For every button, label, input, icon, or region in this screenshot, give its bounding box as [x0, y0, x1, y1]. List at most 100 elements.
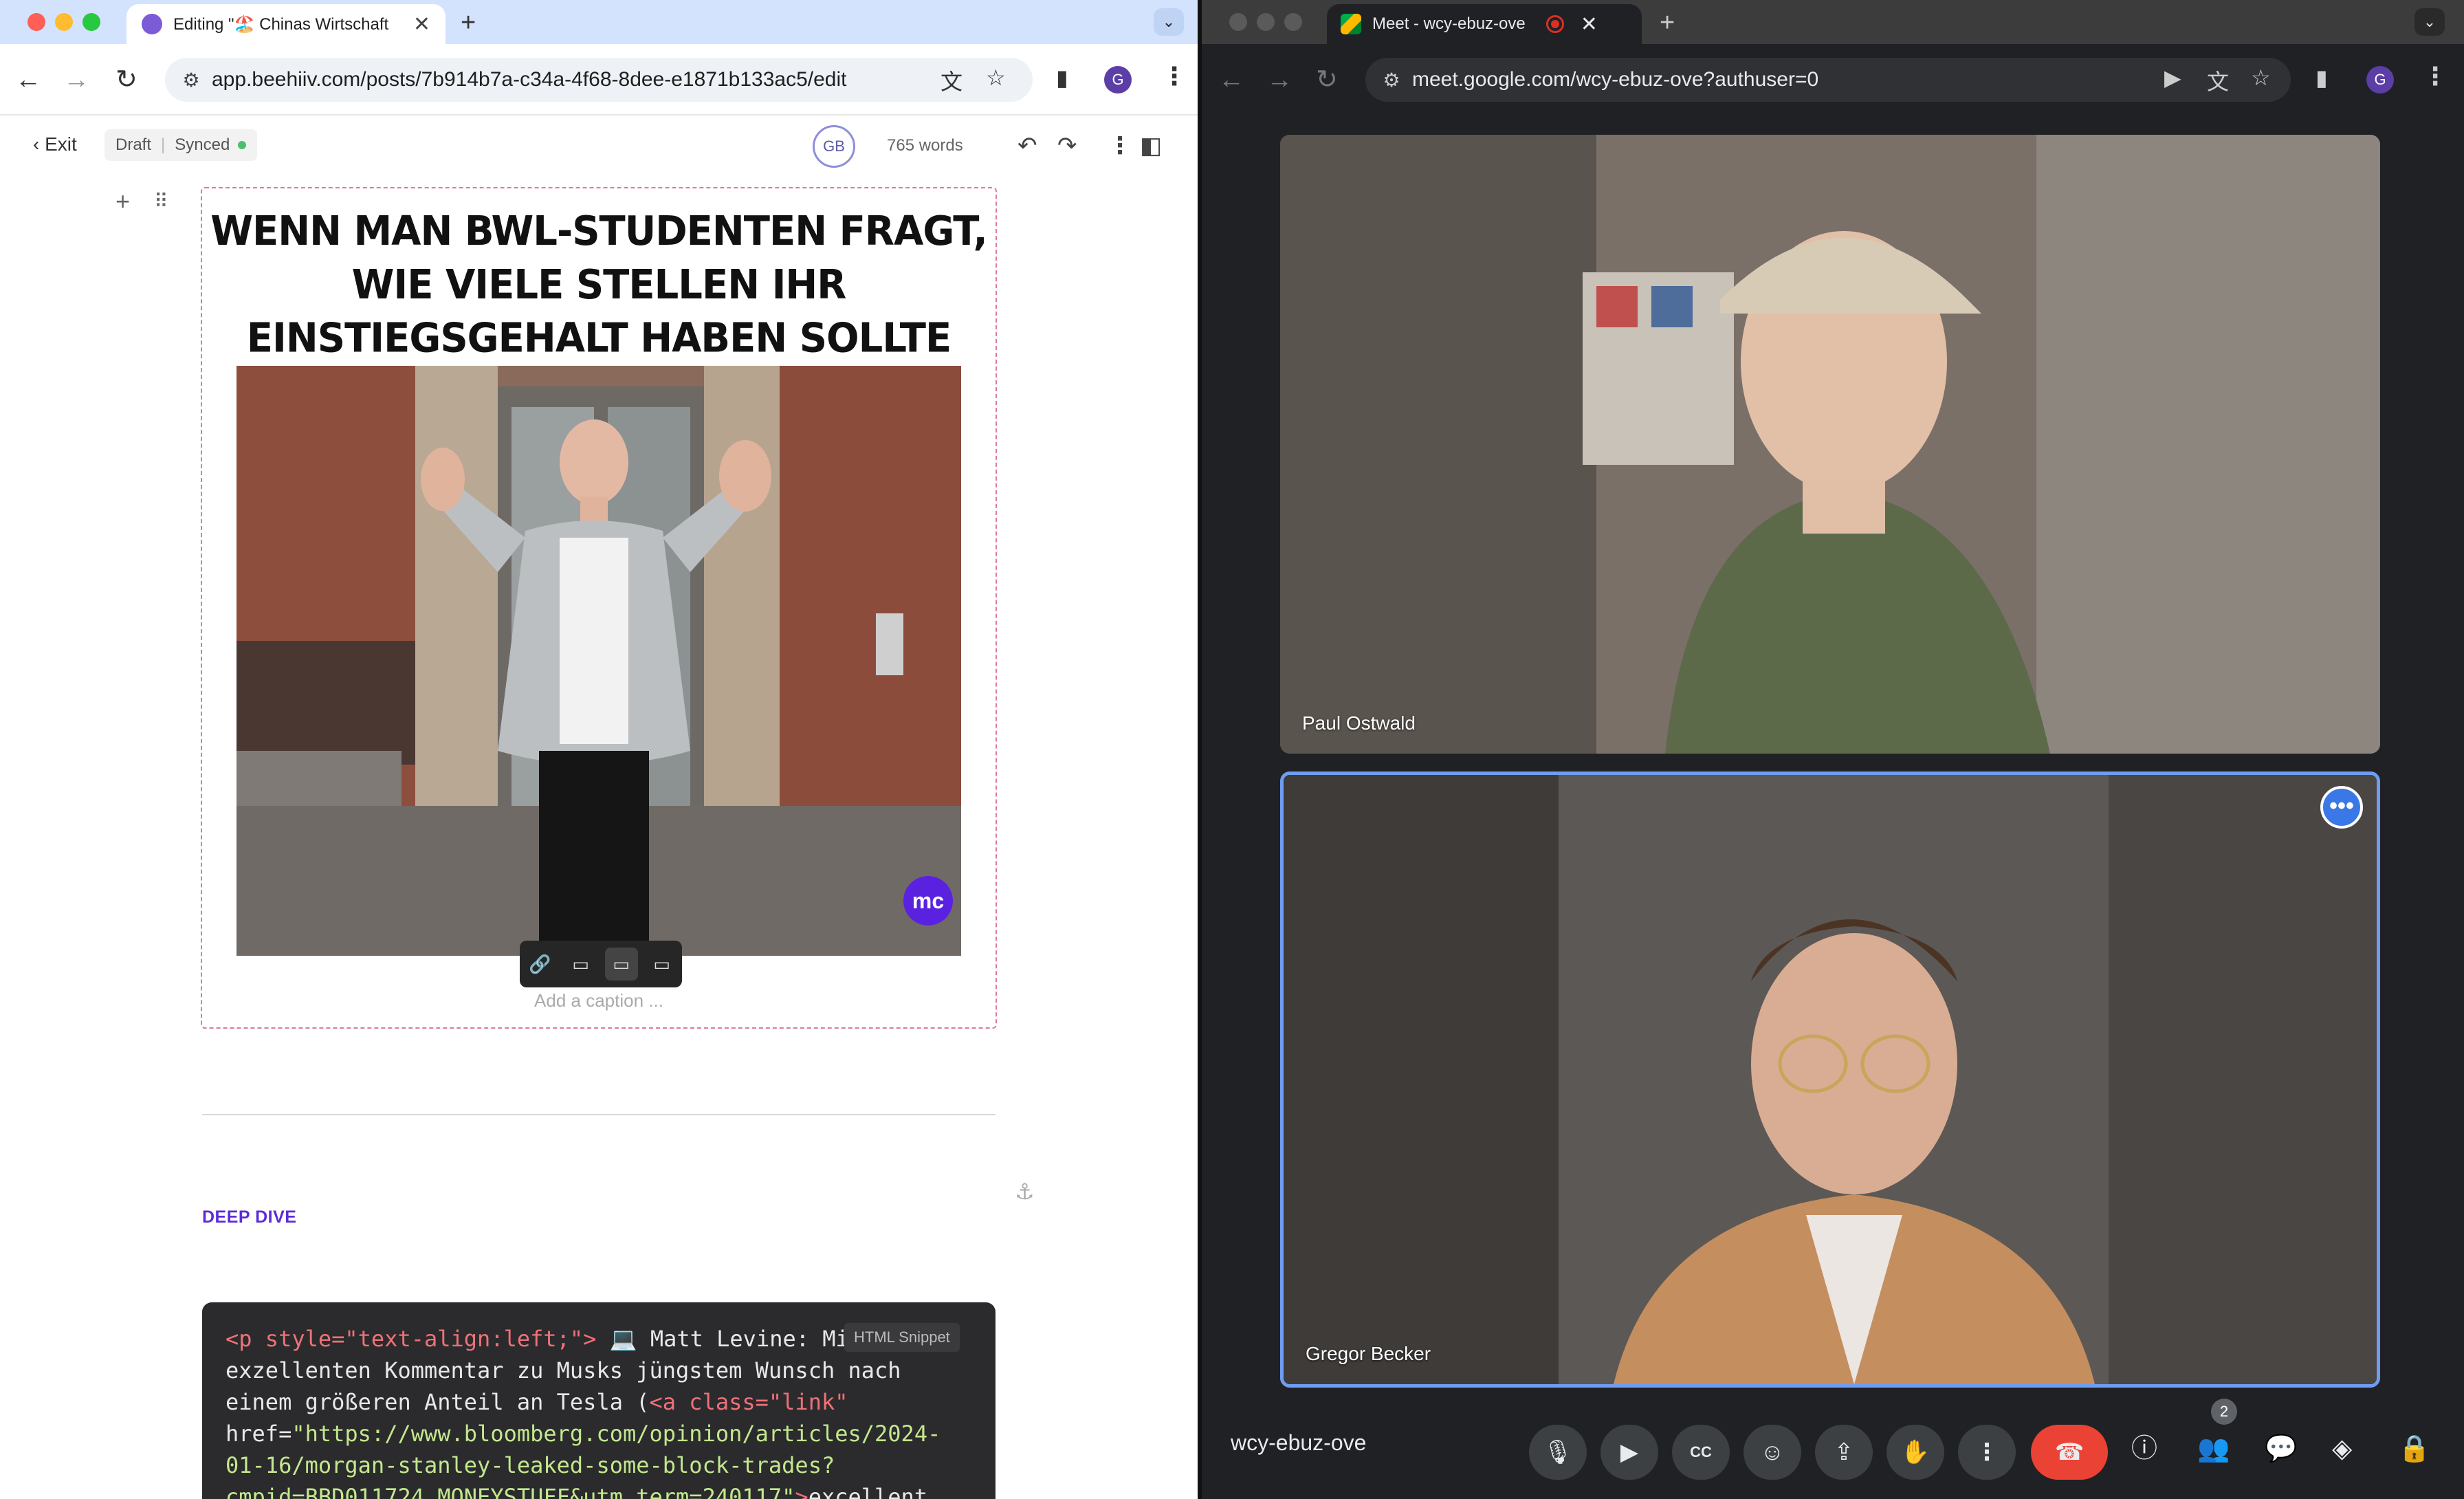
- anchor-icon[interactable]: ⚓: [1015, 1179, 1035, 1205]
- beehiiv-favicon-icon: [142, 14, 162, 34]
- host-controls-icon[interactable]: 🔒: [2398, 1432, 2430, 1466]
- participant-video: [1284, 775, 2377, 1384]
- reload-icon[interactable]: ↻: [1316, 63, 1338, 96]
- close-window-button[interactable]: [28, 13, 45, 31]
- participant-video: [1280, 135, 2380, 754]
- minimize-window-button[interactable]: [1257, 13, 1275, 31]
- meet-favicon-icon: [1341, 14, 1361, 34]
- close-tab-icon[interactable]: ✕: [1581, 12, 1598, 36]
- forward-arrow-icon[interactable]: →: [1266, 63, 1292, 96]
- site-settings-icon[interactable]: ⚙: [1378, 69, 1405, 91]
- image-alignment-toolbar: 🔗 ▭ ▭ ▭: [520, 941, 682, 987]
- undo-icon[interactable]: ↶: [1018, 132, 1037, 160]
- navigation-bar: ← → ↻ ⚙ app.beehiiv.com/posts/7b914b7a-c…: [0, 44, 1198, 116]
- tab-google-meet[interactable]: Meet - wcy-ebuz-ove ✕: [1327, 4, 1642, 44]
- meme-title-line: WIE VIELE STELLEN IHR: [351, 261, 847, 309]
- leave-call-button[interactable]: ☎: [2031, 1425, 2108, 1480]
- back-arrow-icon[interactable]: ←: [15, 63, 41, 96]
- meeting-code: wcy-ebuz-ove: [1231, 1430, 1367, 1455]
- bookmark-star-icon[interactable]: ☆: [986, 65, 1006, 91]
- people-count-badge: 2: [2211, 1399, 2237, 1425]
- meet-browser-window: Meet - wcy-ebuz-ove ✕ + ⌄ ← → ↻ ⚙ meet.g…: [1202, 0, 2464, 1499]
- meme-title-line: EINSTIEGSGEHALT HABEN SOLLTE: [246, 315, 952, 362]
- site-settings-icon[interactable]: ⚙: [177, 69, 205, 91]
- url-text: meet.google.com/wcy-ebuz-ove?authuser=0: [1412, 68, 1819, 91]
- drag-handle-icon[interactable]: ⠿: [154, 190, 168, 212]
- close-window-button[interactable]: [1229, 13, 1247, 31]
- caption-input[interactable]: Add a caption ...: [202, 990, 996, 1011]
- more-options-button[interactable]: ⋮: [1958, 1425, 2016, 1480]
- side-panel-icon[interactable]: ▮: [2316, 65, 2328, 91]
- participant-tile[interactable]: Paul Ostwald: [1280, 135, 2380, 754]
- participant-name: Paul Ostwald: [1302, 712, 1416, 734]
- tab-bar: Meet - wcy-ebuz-ove ✕ + ⌄: [1202, 0, 2464, 44]
- profile-avatar[interactable]: G: [2366, 66, 2394, 94]
- align-left-icon[interactable]: ▭: [564, 948, 597, 981]
- activities-icon[interactable]: ◈: [2332, 1432, 2352, 1466]
- code-line: 01-16/morgan-stanley-leaked-some-block-t…: [226, 1452, 835, 1478]
- maximize-window-button[interactable]: [1284, 13, 1302, 31]
- watermark-badge: mc: [903, 876, 953, 926]
- participant-tile-active[interactable]: ••• Gregor Becker: [1280, 772, 2380, 1388]
- side-panel-icon[interactable]: ▮: [1056, 65, 1068, 91]
- profile-avatar[interactable]: G: [1104, 66, 1132, 94]
- synced-status: Synced: [175, 135, 230, 154]
- chat-icon[interactable]: 💬: [2265, 1432, 2297, 1466]
- address-bar[interactable]: ⚙ meet.google.com/wcy-ebuz-ove?authuser=…: [1365, 58, 2291, 102]
- new-tab-button[interactable]: +: [1660, 8, 1675, 38]
- tab-bar: Editing "🏖️ Chinas Wirtschaft ✕ + ⌄: [0, 0, 1198, 44]
- maximize-window-button[interactable]: [82, 13, 100, 31]
- bookmark-star-icon[interactable]: ☆: [2251, 65, 2271, 91]
- align-full-icon[interactable]: ▭: [646, 948, 679, 981]
- tab-search-button[interactable]: ⌄: [2414, 8, 2445, 36]
- captions-button[interactable]: CC: [1672, 1425, 1730, 1480]
- html-snippet-badge: HTML Snippet: [844, 1323, 960, 1352]
- align-center-icon[interactable]: ▭: [604, 948, 638, 981]
- meeting-info-icon[interactable]: ⓘ: [2131, 1432, 2157, 1466]
- camera-permission-icon[interactable]: ▶: [2164, 65, 2181, 91]
- microphone-icon: 🎙: [1543, 1439, 1573, 1465]
- link-icon[interactable]: 🔗: [524, 948, 557, 981]
- camera-button[interactable]: ▶: [1600, 1425, 1658, 1480]
- redo-icon[interactable]: ↷: [1057, 132, 1077, 160]
- navigation-bar: ← → ↻ ⚙ meet.google.com/wcy-ebuz-ove?aut…: [1202, 44, 2464, 116]
- section-heading[interactable]: DEEP DIVE: [202, 1207, 296, 1227]
- chevron-left-icon: ‹: [33, 133, 45, 155]
- translate-icon[interactable]: 文: [2207, 65, 2229, 96]
- present-button[interactable]: ⇪: [1815, 1425, 1873, 1480]
- exit-button[interactable]: ‹ Exit: [33, 133, 77, 155]
- back-arrow-icon[interactable]: ←: [1218, 63, 1244, 96]
- image-block[interactable]: WENN MAN BWL-STUDENTEN FRAGT, WIE VIELE …: [201, 187, 997, 1029]
- camera-icon: ▶: [1620, 1439, 1639, 1465]
- sidebar-toggle-icon[interactable]: ◧: [1140, 132, 1162, 160]
- microphone-button[interactable]: 🎙: [1529, 1425, 1587, 1480]
- new-tab-button[interactable]: +: [461, 8, 476, 38]
- more-options-icon[interactable]: ⋮: [1108, 132, 1132, 160]
- section-divider: [202, 1114, 996, 1115]
- meme-title-line: WENN MAN BWL-STUDENTEN FRAGT,: [210, 208, 988, 255]
- browser-menu-icon[interactable]: ⋮: [1162, 62, 1187, 91]
- code-line: einem größeren Anteil an Tesla (<a class…: [226, 1389, 848, 1415]
- participant-more-options-button[interactable]: •••: [2320, 786, 2363, 829]
- tab-title: Editing "🏖️ Chinas Wirtschaft: [173, 14, 389, 34]
- translate-icon[interactable]: 文: [940, 65, 962, 96]
- add-block-icon[interactable]: +: [116, 187, 130, 216]
- raise-hand-button[interactable]: ✋: [1886, 1425, 1944, 1480]
- tab-beehiiv-editor[interactable]: Editing "🏖️ Chinas Wirtschaft ✕: [126, 4, 446, 44]
- people-icon[interactable]: 👥: [2197, 1432, 2230, 1466]
- draft-status: Draft: [116, 135, 152, 154]
- meet-control-bar: wcy-ebuz-ove 🎙 ▶ CC ☺ ⇪ ✋ ⋮ ☎ ⓘ 👥 💬 ◈ 🔒: [1202, 1403, 2464, 1499]
- tab-search-button[interactable]: ⌄: [1154, 8, 1184, 36]
- reactions-button[interactable]: ☺: [1744, 1425, 1801, 1480]
- divider: |: [161, 135, 166, 154]
- close-tab-icon[interactable]: ✕: [413, 12, 430, 36]
- minimize-window-button[interactable]: [55, 13, 73, 31]
- reload-icon[interactable]: ↻: [116, 63, 138, 96]
- more-vert-icon: ⋮: [1975, 1439, 1999, 1465]
- collaborator-avatar[interactable]: GB: [813, 125, 855, 168]
- meme-photo: mc: [236, 366, 961, 956]
- word-count: 765 words: [887, 136, 963, 155]
- forward-arrow-icon[interactable]: →: [63, 63, 89, 96]
- address-bar[interactable]: ⚙ app.beehiiv.com/posts/7b914b7a-c34a-4f…: [165, 58, 1033, 102]
- browser-menu-icon[interactable]: ⋮: [2423, 62, 2448, 91]
